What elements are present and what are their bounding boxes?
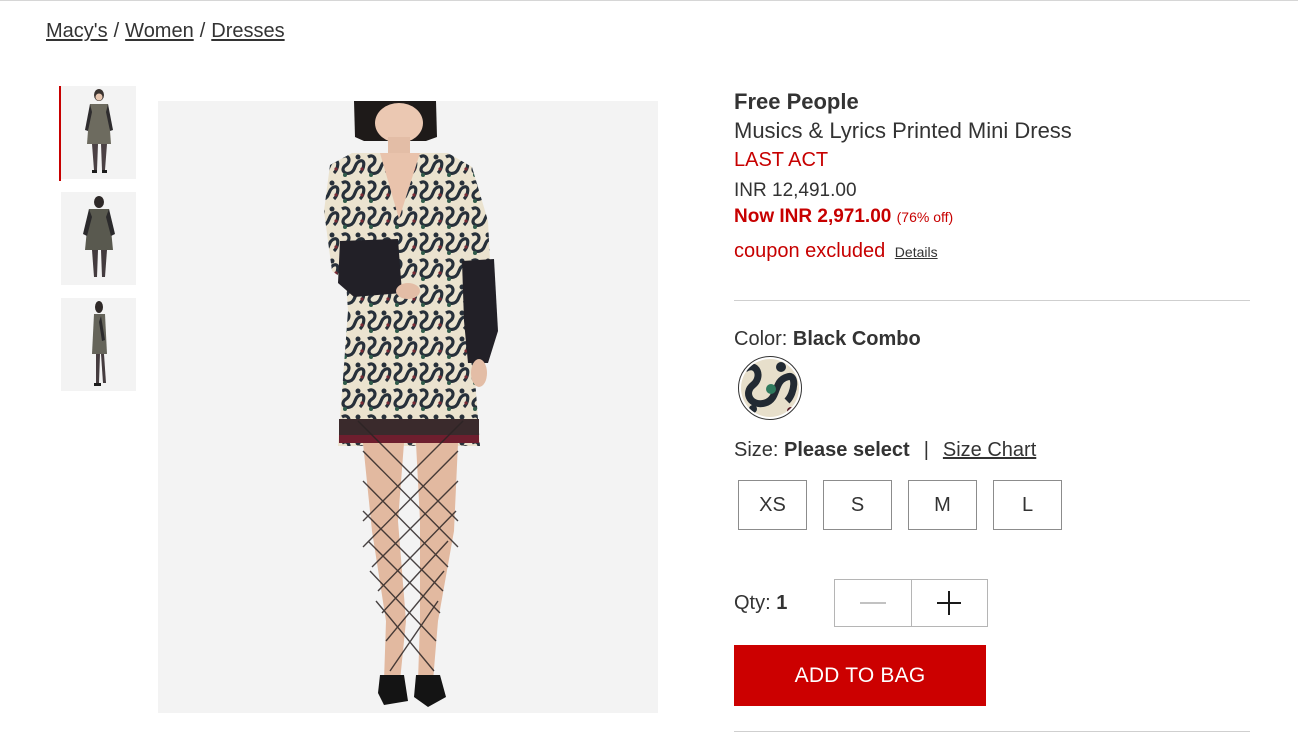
breadcrumb-link-home[interactable]: Macy's [46, 20, 108, 42]
breadcrumb-link-dresses[interactable]: Dresses [211, 20, 284, 42]
details-divider [734, 300, 1250, 301]
quantity-increment-button[interactable] [910, 580, 988, 626]
dress-model-image [158, 101, 658, 713]
product-brand[interactable]: Free People [734, 88, 1250, 116]
promo-tag: LAST ACT [734, 149, 829, 171]
product-details: Free People Musics & Lyrics Printed Mini… [734, 88, 1250, 265]
size-option-s[interactable]: S [823, 480, 892, 530]
coupon-row: coupon excluded Details [734, 238, 1250, 265]
top-rule [0, 0, 1298, 1]
coupon-details-link[interactable]: Details [895, 244, 938, 260]
size-option-m[interactable]: M [908, 480, 977, 530]
quantity-decrement-button[interactable] [835, 580, 911, 626]
coupon-excluded-text: coupon excluded [734, 240, 886, 262]
thumbnail-back[interactable] [61, 192, 136, 285]
quantity-label: Qty: [734, 592, 771, 614]
color-label-row: Color: Black Combo [734, 328, 921, 351]
breadcrumb-link-women[interactable]: Women [125, 20, 194, 42]
thumbnail-list [59, 86, 137, 404]
bottom-divider [734, 731, 1250, 732]
size-separator: | [923, 439, 929, 461]
breadcrumb-separator: / [113, 20, 120, 42]
quantity-value: 1 [776, 592, 788, 614]
breadcrumb: Macy's / Women / Dresses [46, 20, 285, 43]
dress-front-thumb-image [61, 86, 136, 179]
size-option-l[interactable]: L [993, 480, 1062, 530]
size-options: XS S M L [738, 480, 1062, 530]
quantity-stepper [834, 579, 988, 627]
quantity-label-row: Qty: 1 [734, 592, 787, 615]
thumbnail-side[interactable] [61, 298, 136, 391]
swatch-print [741, 359, 799, 417]
size-label: Size: [734, 439, 779, 461]
size-chart-link[interactable]: Size Chart [943, 439, 1036, 461]
dress-side-thumb-image [61, 298, 136, 391]
main-product-image[interactable] [158, 101, 658, 713]
selected-color: Black Combo [792, 328, 921, 350]
selected-size: Please select [784, 439, 910, 461]
color-swatch-black-combo[interactable] [738, 356, 802, 420]
plus-icon [937, 591, 962, 615]
thumbnail-front[interactable] [61, 86, 136, 179]
swatch-pattern-image [741, 359, 799, 417]
color-label: Color: [734, 328, 788, 350]
sale-price-row: Now INR 2,971.00 (76% off) [734, 204, 1250, 230]
size-option-xs[interactable]: XS [738, 480, 807, 530]
minus-icon [859, 602, 886, 604]
product-name: Musics & Lyrics Printed Mini Dress [734, 118, 1072, 143]
breadcrumb-separator: / [199, 20, 206, 42]
discount-percent: (76% off) [896, 209, 954, 225]
original-price: INR 12,491.00 [734, 180, 857, 201]
size-label-row: Size: Please select | Size Chart [734, 439, 1036, 462]
dress-back-thumb-image [61, 192, 136, 285]
add-to-bag-button[interactable]: ADD TO BAG [734, 645, 986, 706]
sale-price: Now INR 2,971.00 [734, 206, 892, 227]
